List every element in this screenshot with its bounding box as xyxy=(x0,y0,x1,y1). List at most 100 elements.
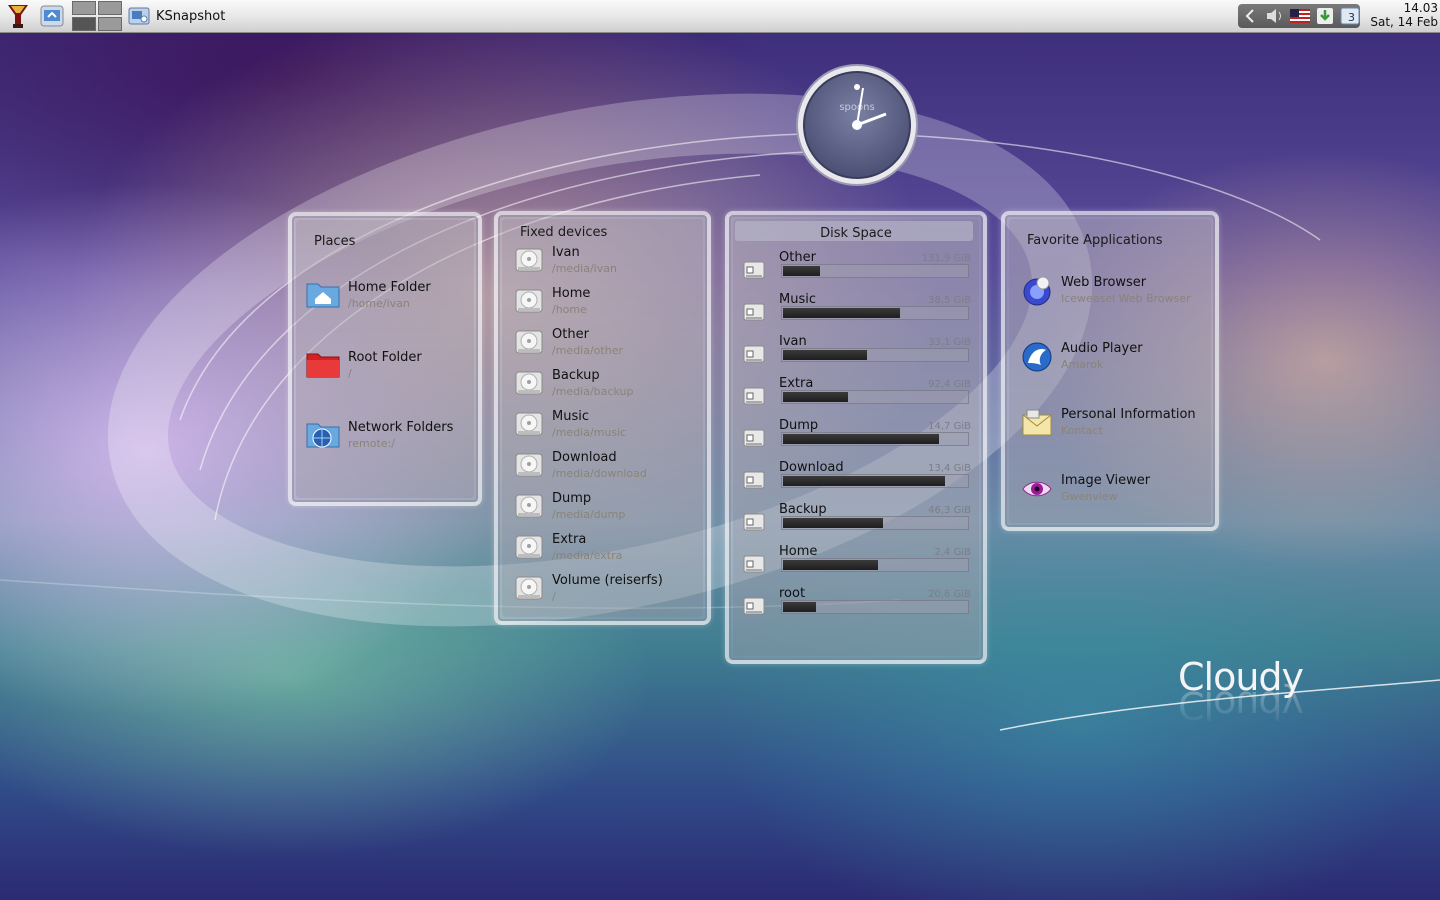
disk-space-item[interactable]: Music 38,5 GiB xyxy=(739,292,975,335)
places-title: Places xyxy=(314,234,356,249)
favorite-app: Kontact xyxy=(1061,424,1103,437)
hard-drive-icon xyxy=(515,535,543,559)
device-path: /media/extra xyxy=(552,549,623,562)
disk-size: 2,4 GiB xyxy=(934,547,971,558)
disk-size: 14,7 GiB xyxy=(928,421,971,432)
disk-size: 92,4 GiB xyxy=(928,379,971,390)
show-desktop-icon[interactable] xyxy=(40,5,64,27)
place-network-folders[interactable]: Network Folders remote:/ xyxy=(306,420,453,451)
notification-counter-icon[interactable]: 3 xyxy=(1339,6,1360,26)
disk-usage-bar xyxy=(781,390,969,404)
drive-icon xyxy=(743,555,765,573)
disk-usage-bar xyxy=(781,474,969,488)
place-name: Network Folders xyxy=(348,420,454,435)
drive-icon xyxy=(743,429,765,447)
analog-clock-widget[interactable]: spoons xyxy=(794,62,920,188)
device-name: Other xyxy=(552,327,589,342)
device-path: / xyxy=(552,590,556,603)
disk-name: Music xyxy=(779,292,816,307)
disk-name: Extra xyxy=(779,376,814,391)
task-label: KSnapshot xyxy=(156,8,226,24)
fixed-device-item[interactable]: Home/home xyxy=(514,286,590,317)
hard-drive-icon xyxy=(515,576,543,600)
disk-usage-fill xyxy=(783,350,867,360)
device-path: /media/download xyxy=(552,467,647,480)
disk-name: Ivan xyxy=(779,334,807,349)
disk-name: Backup xyxy=(779,502,827,517)
task-ksnapshot[interactable]: KSnapshot xyxy=(128,4,225,28)
disk-space-item[interactable]: Download 13,4 GiB xyxy=(739,460,975,503)
pager-desktop-1[interactable] xyxy=(72,1,96,15)
update-download-icon[interactable] xyxy=(1314,6,1335,26)
clock-face-label: spoons xyxy=(839,102,874,113)
disk-space-item[interactable]: Extra 92,4 GiB xyxy=(739,376,975,419)
favorite-web-browser[interactable]: Web Browser Iceweasel Web Browser xyxy=(1021,275,1191,307)
favorites-title: Favorite Applications xyxy=(1027,233,1163,248)
keyboard-layout-flag-icon[interactable] xyxy=(1289,6,1311,26)
fixed-device-item[interactable]: Dump/media/dump xyxy=(514,491,625,522)
personal-information-icon xyxy=(1022,409,1052,436)
disk-usage-fill xyxy=(783,308,901,318)
fixed-device-item[interactable]: Volume (reiserfs) / xyxy=(514,573,663,604)
disk-space-item[interactable]: Backup 46,3 GiB xyxy=(739,502,975,545)
svg-text:3: 3 xyxy=(1348,11,1355,24)
drive-icon xyxy=(743,597,765,615)
audio-player-icon xyxy=(1022,342,1052,372)
disk-size: 46,3 GiB xyxy=(928,505,971,516)
virtual-desktop-pager xyxy=(72,1,122,31)
favorite-image-viewer[interactable]: Image Viewer Gwenview xyxy=(1021,473,1150,505)
disk-usage-bar xyxy=(781,348,969,362)
favorite-app: Amarok xyxy=(1061,358,1104,371)
hard-drive-icon xyxy=(515,289,543,313)
disk-space-item[interactable]: root 20,6 GiB xyxy=(739,586,975,629)
place-home-folder[interactable]: Home Folder /home/ivan xyxy=(306,280,431,311)
place-root-folder[interactable]: Root Folder / xyxy=(306,350,422,381)
pager-desktop-2[interactable] xyxy=(98,1,122,15)
disk-usage-bar xyxy=(781,600,969,614)
favorite-apps-panel: Favorite Applications Web Browser Icewea… xyxy=(1001,211,1219,531)
place-path: remote:/ xyxy=(348,437,395,450)
place-path: / xyxy=(348,367,352,380)
device-path: /media/dump xyxy=(552,508,626,521)
fixed-device-item[interactable]: Other/media/other xyxy=(514,327,623,358)
favorite-name: Audio Player xyxy=(1061,341,1143,356)
disk-usage-bar xyxy=(781,516,969,530)
device-path: /media/other xyxy=(552,344,623,357)
tray-expand-arrow-icon[interactable] xyxy=(1240,6,1261,26)
favorite-personal-information[interactable]: Personal Information Kontact xyxy=(1021,407,1196,439)
device-name: Dump xyxy=(552,491,592,506)
fixed-device-item[interactable]: Download/media/download xyxy=(514,450,647,481)
device-name: Download xyxy=(552,450,617,465)
disk-name: root xyxy=(779,586,806,601)
taskbar-clock[interactable]: 14.03 Sat, 14 Feb xyxy=(1370,1,1438,29)
fixed-device-item[interactable]: Backup/media/backup xyxy=(514,368,633,399)
k-menu-icon[interactable] xyxy=(4,2,32,30)
fixed-device-item[interactable]: Ivan/media/ivan xyxy=(514,245,617,276)
disk-size: 20,6 GiB xyxy=(928,589,971,600)
fixed-device-item[interactable]: Music/media/music xyxy=(514,409,626,440)
disk-space-item[interactable]: Other 131,9 GiB xyxy=(739,250,975,293)
disk-name: Dump xyxy=(779,418,819,433)
disk-usage-bar xyxy=(781,558,969,572)
disk-space-item[interactable]: Dump 14,7 GiB xyxy=(739,418,975,461)
wallpaper-swirls xyxy=(0,93,1440,731)
fixed-devices-title: Fixed devices xyxy=(520,225,608,240)
pager-desktop-3[interactable] xyxy=(72,17,96,31)
favorite-audio-player[interactable]: Audio Player Amarok xyxy=(1021,341,1143,373)
drive-icon xyxy=(743,513,765,531)
drive-icon xyxy=(743,345,765,363)
fixed-device-item[interactable]: Extra/media/extra xyxy=(514,532,622,563)
disk-space-item[interactable]: Home 2,4 GiB xyxy=(739,544,975,587)
disk-size: 33,1 GiB xyxy=(928,337,971,348)
web-browser-icon xyxy=(1023,276,1051,306)
device-path: /media/backup xyxy=(552,385,634,398)
hard-drive-icon xyxy=(515,453,543,477)
clock-date: Sat, 14 Feb xyxy=(1370,15,1438,29)
drive-icon xyxy=(743,261,765,279)
disk-space-item[interactable]: Ivan 33,1 GiB xyxy=(739,334,975,377)
pager-desktop-4[interactable] xyxy=(98,17,122,31)
volume-icon[interactable] xyxy=(1265,6,1286,26)
home-folder-icon xyxy=(306,283,340,308)
drive-icon xyxy=(743,303,765,321)
disk-usage-fill xyxy=(783,518,884,528)
